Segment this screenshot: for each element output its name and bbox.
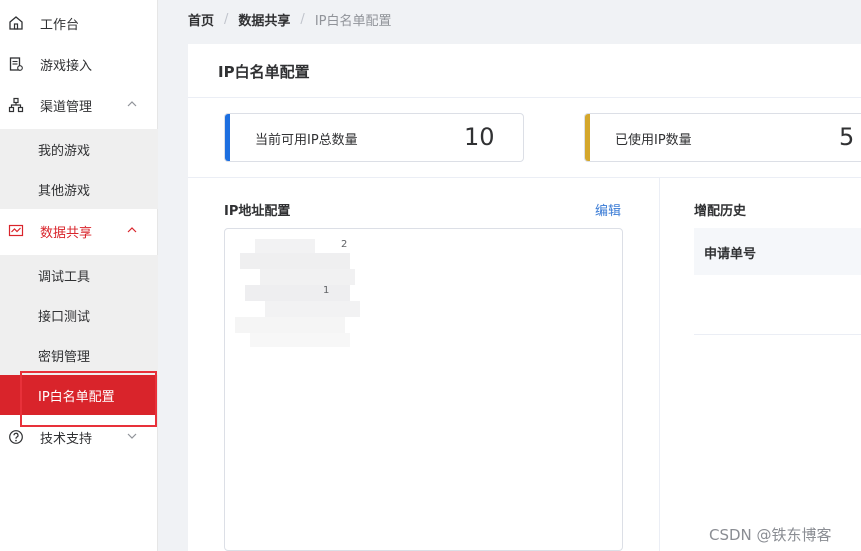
breadcrumb-separator: / [224,11,229,27]
sidebar-item-key-management[interactable]: 密钥管理 [0,335,158,375]
table-row-divider [694,334,861,335]
divider [188,97,861,98]
sitemap-icon [8,97,24,113]
stat-accent-bar [225,114,230,161]
stat-value: 10 [464,123,495,151]
stat-label: 当前可用IP总数量 [255,133,358,148]
sidebar-item-other-games[interactable]: 其他游戏 [0,169,158,209]
help-icon [8,429,24,445]
watermark: CSDN @铁东博客 [709,526,832,544]
sidebar-item-label: 游戏接入 [40,58,93,74]
ip-address-textarea[interactable]: 2 1 [224,228,623,551]
sidebar-item-debug-tools[interactable]: 调试工具 [0,255,158,295]
ip-config-title: IP地址配置 [224,204,291,219]
breadcrumb-current: IP白名单配置 [314,13,392,29]
page-title: IP白名单配置 [218,63,310,81]
redacted-block [260,269,355,285]
document-icon [8,56,24,72]
divider [188,177,861,178]
stat-total-ip: 当前可用IP总数量 10 [224,113,524,162]
ip-text-fragment: 2 [341,239,348,250]
sidebar-item-label: 其他游戏 [38,183,91,199]
sidebar-item-label: 接口测试 [38,309,91,325]
breadcrumb-data-sharing[interactable]: 数据共享 [238,10,290,29]
sidebar-item-game-access[interactable]: 游戏接入 [0,44,158,84]
sidebar-item-label: 数据共享 [40,225,93,241]
sidebar-item-label: 调试工具 [38,269,91,285]
history-table-header: 申请单号 [694,228,861,275]
column-header-application-no: 申请单号 [704,247,757,262]
stat-label: 已使用IP数量 [615,133,692,148]
sidebar-item-api-test[interactable]: 接口测试 [0,295,158,335]
column-divider [659,178,660,551]
redacted-block [240,253,350,269]
redacted-block [255,239,315,253]
sidebar-item-data-sharing[interactable]: 数据共享 [0,211,158,251]
sidebar-item-label: 我的游戏 [38,143,91,159]
sidebar-item-my-games[interactable]: 我的游戏 [0,129,158,169]
sidebar-item-ip-whitelist[interactable]: IP白名单配置 [0,375,156,415]
redacted-block [265,301,360,317]
stat-accent-bar [585,114,590,161]
sidebar-item-label: 渠道管理 [40,99,93,115]
sidebar-item-label: 技术支持 [40,431,93,447]
stat-used-ip: 已使用IP数量 5 [584,113,861,162]
chart-icon [8,223,24,239]
history-title: 增配历史 [694,204,747,219]
breadcrumb: 首页 / 数据共享 / IP白名单配置 [188,10,392,29]
breadcrumb-separator: / [300,11,305,27]
redacted-block [250,333,350,347]
chevron-down-icon [127,433,137,439]
chevron-up-icon [127,101,137,107]
ip-text-fragment: 1 [323,285,330,296]
ip-whitelist-card: IP白名单配置 当前可用IP总数量 10 已使用IP数量 5 IP地址配置 编辑… [188,44,861,551]
redacted-block [245,285,350,301]
stat-value: 5 [839,123,855,151]
sidebar-item-workbench[interactable]: 工作台 [0,3,158,43]
sidebar-item-label: 工作台 [40,17,80,33]
sidebar-item-label: IP白名单配置 [38,389,115,405]
sidebar-item-label: 密钥管理 [38,349,91,365]
sidebar-item-channel-management[interactable]: 渠道管理 [0,85,158,125]
chevron-up-icon [127,227,137,233]
breadcrumb-home[interactable]: 首页 [188,10,214,29]
sidebar-item-tech-support[interactable]: 技术支持 [0,417,158,457]
home-icon [8,15,24,31]
redacted-block [235,317,345,333]
edit-link[interactable]: 编辑 [595,200,621,219]
sidebar: 工作台 游戏接入 渠道管理 我的游戏 其他游戏 数据共享 调试工具 接口测试 密… [0,0,158,551]
